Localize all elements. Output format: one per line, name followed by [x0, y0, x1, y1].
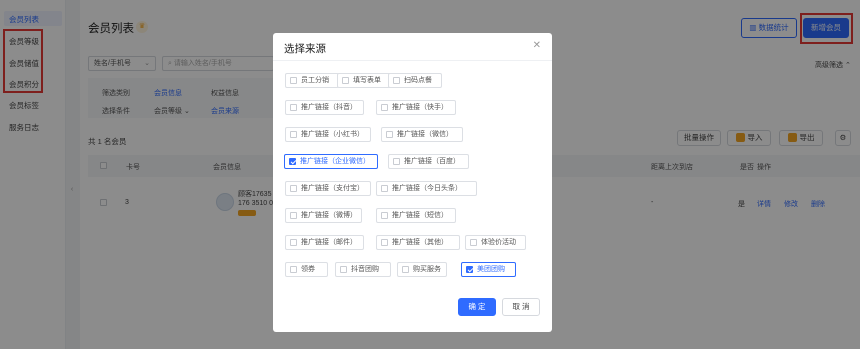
checkbox-icon [381, 185, 388, 192]
checkbox-icon [290, 104, 297, 111]
checkbox-checked-icon [289, 158, 296, 165]
checkbox-icon [290, 239, 297, 246]
source-option-label: 推广链接（抖音） [301, 104, 357, 111]
source-option[interactable]: 推广链接（百度） [388, 154, 469, 169]
source-option[interactable]: 购买服务 [397, 262, 447, 277]
source-option[interactable]: 推广链接（其他） [376, 235, 460, 250]
source-option[interactable]: 推广链接（短信） [376, 208, 456, 223]
source-option[interactable]: 推广链接（企业微信） [284, 154, 378, 169]
source-option-label: 美团团购 [477, 266, 505, 273]
checkbox-icon [381, 104, 388, 111]
checkbox-icon [290, 77, 297, 84]
checkbox-icon [393, 77, 400, 84]
source-option-label: 推广链接（支付宝） [301, 185, 364, 192]
source-option[interactable]: 推广链接（微博） [285, 208, 362, 223]
source-option[interactable]: 填写表单 [337, 73, 391, 88]
source-option-label: 体验价活动 [481, 239, 516, 246]
source-option[interactable]: 推广链接（抖音） [285, 100, 364, 115]
checkbox-icon [290, 212, 297, 219]
close-icon[interactable]: ✕ [533, 40, 541, 51]
source-option[interactable]: 推广链接（支付宝） [285, 181, 371, 196]
source-option[interactable]: 抖音团购 [335, 262, 391, 277]
checkbox-icon [381, 212, 388, 219]
checkbox-icon [470, 239, 477, 246]
source-option[interactable]: 员工分销 [285, 73, 339, 88]
source-option[interactable]: 推广链接（微信） [381, 127, 463, 142]
checkbox-icon [340, 266, 347, 273]
source-option-label: 推广链接（小红书） [301, 131, 364, 138]
source-option-label: 推广链接（短信） [392, 212, 448, 219]
source-option-label: 推广链接（微博） [301, 212, 357, 219]
select-source-dialog: 选择来源 ✕ 员工分销 填写表单 扫码点餐推广链接（抖音） 推广链接（快手） 推广链接（… [273, 33, 552, 332]
source-option-label: 购买服务 [413, 266, 441, 273]
checkbox-icon [342, 77, 349, 84]
checkbox-icon [290, 131, 297, 138]
checkbox-icon [381, 239, 388, 246]
checkbox-icon [393, 158, 400, 165]
source-option-label: 推广链接（其他） [392, 239, 448, 246]
source-option[interactable]: 美团团购 [461, 262, 516, 277]
source-option[interactable]: 推广链接（邮件） [285, 235, 364, 250]
source-option[interactable]: 扫码点餐 [388, 73, 442, 88]
source-option-label: 推广链接（邮件） [301, 239, 357, 246]
cancel-button[interactable]: 取 消 [502, 298, 540, 316]
source-option[interactable]: 领券 [285, 262, 328, 277]
source-option-label: 领券 [301, 266, 315, 273]
source-option-label: 抖音团购 [351, 266, 379, 273]
source-option-label: 推广链接（企业微信） [300, 158, 370, 165]
source-option[interactable]: 体验价活动 [465, 235, 526, 250]
checkbox-icon [290, 185, 297, 192]
confirm-button[interactable]: 确 定 [458, 298, 496, 316]
source-option-label: 员工分销 [301, 77, 329, 84]
checkbox-checked-icon [466, 266, 473, 273]
checkbox-icon [402, 266, 409, 273]
dialog-title: 选择来源 [284, 43, 326, 55]
checkbox-icon [290, 266, 297, 273]
dialog-divider [273, 60, 552, 61]
source-option-label: 推广链接（快手） [392, 104, 448, 111]
source-option-label: 推广链接（百度） [404, 158, 460, 165]
checkbox-icon [386, 131, 393, 138]
source-option-label: 推广链接（微信） [397, 131, 453, 138]
source-option[interactable]: 推广链接（今日头条） [376, 181, 477, 196]
source-option-label: 扫码点餐 [404, 77, 432, 84]
source-option-label: 推广链接（今日头条） [392, 185, 462, 192]
source-option[interactable]: 推广链接（快手） [376, 100, 456, 115]
source-option-label: 填写表单 [353, 77, 381, 84]
source-option[interactable]: 推广链接（小红书） [285, 127, 371, 142]
